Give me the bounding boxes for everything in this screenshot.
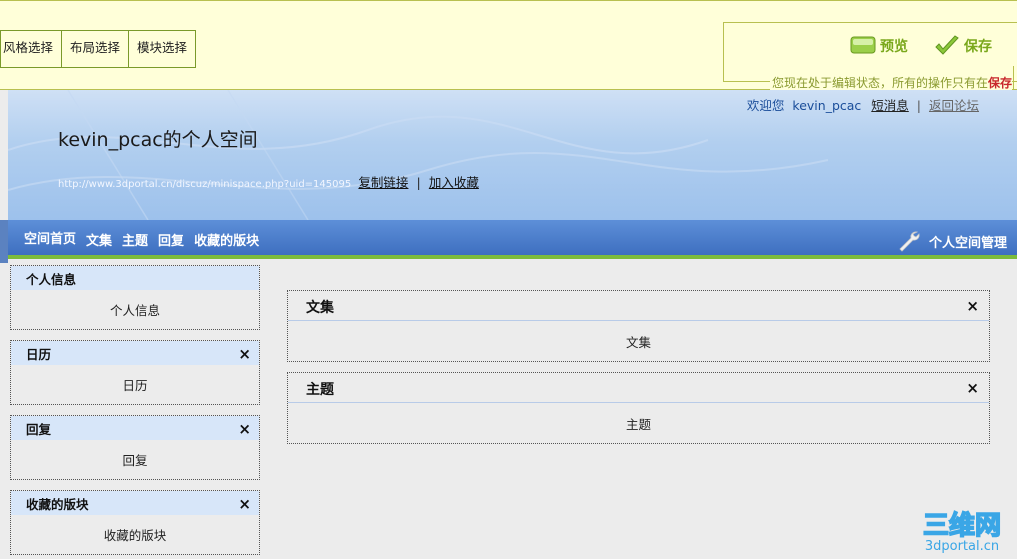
site-logo: 三维网 3dportal.cn xyxy=(922,509,1002,553)
back-to-forum-link[interactable]: 返回论坛 xyxy=(929,98,979,113)
nav-items: 空间首页 文集 主题 回复 收藏的版块 xyxy=(24,230,259,249)
preview-label: 预览 xyxy=(880,39,908,55)
box-header: 文集 × xyxy=(288,291,989,321)
close-icon[interactable]: × xyxy=(966,373,979,403)
close-icon[interactable]: × xyxy=(238,491,251,517)
main-nav: 空间首页 文集 主题 回复 收藏的版块 个人空间管理 xyxy=(0,220,1017,263)
edit-notice: 您现在处于编辑状态，所有的操作只有在保存 xyxy=(770,74,1013,91)
box-title: 文集 xyxy=(306,300,334,316)
box-body: 收藏的版块 xyxy=(103,528,167,543)
logo-text: 三维网 xyxy=(923,510,1001,541)
left-edge-bar xyxy=(0,220,8,263)
username-link[interactable]: kevin_pcac xyxy=(792,98,861,113)
tab-style-select[interactable]: 风格选择 xyxy=(1,31,63,67)
close-icon[interactable]: × xyxy=(238,416,251,442)
close-icon[interactable]: × xyxy=(966,291,979,321)
copy-link-button[interactable]: 复制链接 xyxy=(358,175,408,190)
box-body: 个人信息 xyxy=(109,303,160,318)
nav-item-home[interactable]: 空间首页 xyxy=(24,228,76,249)
box-header: 回复 × xyxy=(11,416,259,440)
page-title: kevin_pcac的个人空间 xyxy=(58,129,258,151)
box-header: 日历 × xyxy=(11,341,259,365)
tab-module-select[interactable]: 模块选择 xyxy=(129,31,196,67)
sidebar-box-profile: 个人信息 个人信息 xyxy=(10,265,260,330)
box-title: 收藏的版块 xyxy=(26,497,89,512)
sidebar-box-favorite-boards: 收藏的版块 × 收藏的版块 xyxy=(10,490,260,555)
welcome-text: 欢迎您 xyxy=(746,98,785,113)
space-header: 欢迎您 kevin_pcac 短消息 | 返回论坛 kevin_pcac的个人空… xyxy=(8,90,1017,220)
main-box-articles: 文集 × 文集 xyxy=(287,290,990,362)
space-manage-button[interactable]: 个人空间管理 xyxy=(897,229,1007,253)
box-title: 主题 xyxy=(306,382,334,398)
sidebar-box-calendar: 日历 × 日历 xyxy=(10,340,260,405)
add-favorite-button[interactable]: 加入收藏 xyxy=(429,175,479,190)
box-title: 回复 xyxy=(26,422,52,437)
box-body: 主题 xyxy=(625,417,651,432)
nav-item-topics[interactable]: 主题 xyxy=(122,230,148,249)
messages-link[interactable]: 短消息 xyxy=(871,98,909,113)
action-box: 预览 保存 xyxy=(723,22,1017,82)
notice-line xyxy=(723,81,771,82)
save-button[interactable]: 保存 xyxy=(934,35,992,57)
notice-save-word: 保存 xyxy=(988,76,1013,90)
preview-button[interactable]: 预览 xyxy=(850,35,908,57)
preview-icon xyxy=(850,36,876,54)
box-header: 收藏的版块 × xyxy=(11,491,259,515)
box-body: 日历 xyxy=(122,378,148,393)
edit-tabs: 风格选择 布局选择 模块选择 xyxy=(0,30,197,68)
close-icon[interactable]: × xyxy=(238,341,251,367)
url-row: http://www.3dportal.cn/discuz/minispace.… xyxy=(58,172,479,191)
box-body: 文集 xyxy=(625,335,651,350)
toolbar-rule xyxy=(1013,66,1014,90)
tab-layout-select[interactable]: 布局选择 xyxy=(62,31,130,67)
save-label: 保存 xyxy=(964,39,992,55)
wrench-icon xyxy=(899,231,920,252)
box-header: 主题 × xyxy=(288,373,989,403)
logo-url: 3dportal.cn xyxy=(925,539,999,553)
user-links: 欢迎您 kevin_pcac 短消息 | 返回论坛 xyxy=(747,95,979,114)
sidebar-box-replies: 回复 × 回复 xyxy=(10,415,260,480)
space-manage-label: 个人空间管理 xyxy=(928,235,1007,251)
box-body: 回复 xyxy=(122,453,148,468)
box-title: 个人信息 xyxy=(11,266,259,290)
nav-item-replies[interactable]: 回复 xyxy=(158,230,184,249)
nav-item-favorite-boards[interactable]: 收藏的版块 xyxy=(194,230,259,249)
main-box-topics: 主题 × 主题 xyxy=(287,372,990,444)
divider: | xyxy=(916,98,921,113)
space-url: http://www.3dportal.cn/discuz/minispace.… xyxy=(58,179,352,190)
divider: | xyxy=(416,176,421,190)
nav-item-articles[interactable]: 文集 xyxy=(86,230,112,249)
box-title: 日历 xyxy=(26,347,52,362)
checkmark-icon xyxy=(935,35,959,55)
notice-text: 您现在处于编辑状态，所有的操作只有在 xyxy=(772,76,989,90)
